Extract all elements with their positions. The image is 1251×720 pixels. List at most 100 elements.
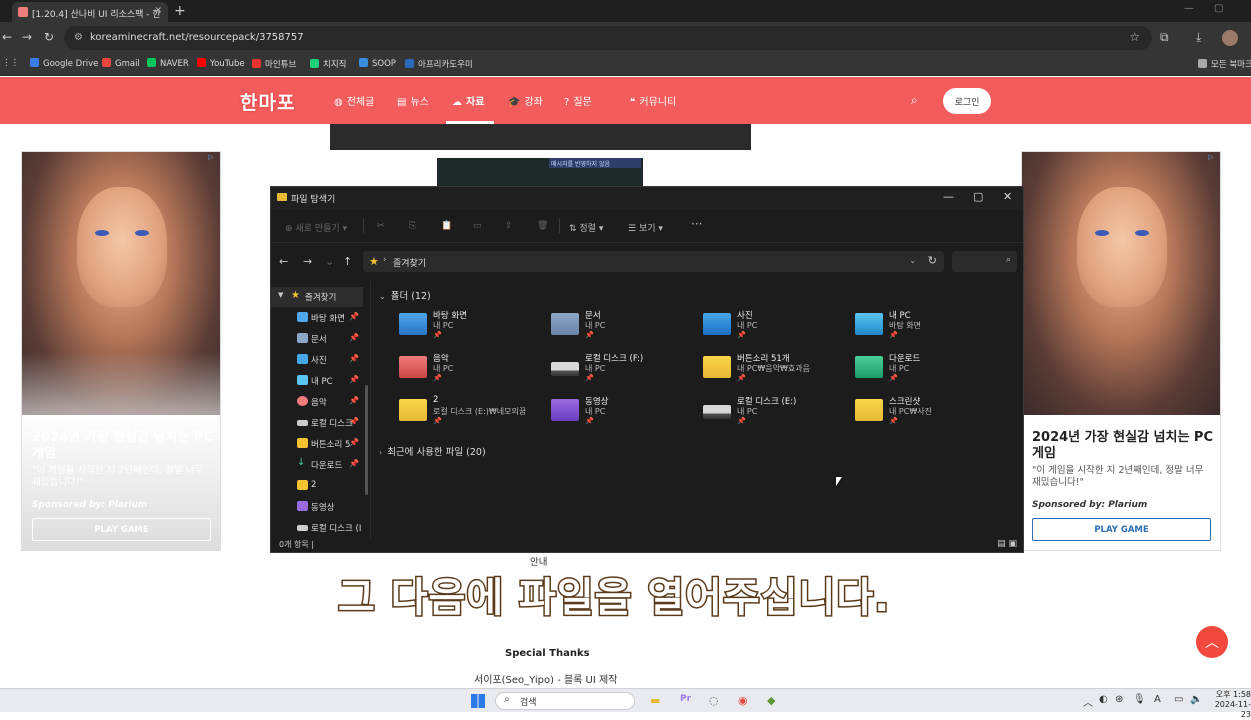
bookmark-afreeca-helper[interactable]: 아프리카도우미 xyxy=(405,58,473,70)
nav-resources[interactable]: ☁ 자료 xyxy=(452,93,484,108)
refresh-icon[interactable]: ↻ xyxy=(928,254,937,267)
folder-pictures[interactable]: 사진 내 PC 📌 xyxy=(703,309,853,349)
scroll-to-top-button[interactable]: ︿ xyxy=(1196,626,1228,658)
nav-community[interactable]: ❝ 커뮤니티 xyxy=(630,93,676,108)
copy-icon[interactable]: ⎘ xyxy=(409,221,416,231)
search-icon[interactable]: ⌕ xyxy=(911,93,918,108)
folder-downloads[interactable]: 다운로드 내 PC 📌 xyxy=(855,352,1005,392)
delete-icon[interactable]: 🗑 xyxy=(537,221,548,231)
taskbar-clock[interactable]: 오후 1:58 2024-11-23 xyxy=(1212,690,1251,720)
sidebar-item-music[interactable]: 음악 📌 xyxy=(271,392,363,412)
view-button[interactable]: ☰ 보기 ▾ xyxy=(628,221,663,234)
minimize-icon[interactable]: — xyxy=(1184,3,1194,14)
view-toggle-icons[interactable]: ▤ ▣ xyxy=(997,539,1017,549)
network-icon[interactable]: ▭ xyxy=(1174,694,1183,705)
back-icon[interactable]: ← xyxy=(279,255,288,268)
folder-this-pc[interactable]: 내 PC 바탕 화면 📌 xyxy=(855,309,1005,349)
paste-icon[interactable]: 📋 xyxy=(441,221,452,231)
explorer-path-bar[interactable]: ★ › 즐겨찾기 ⌄ ↻ xyxy=(363,251,944,272)
sidebar-item-desktop[interactable]: 바탕 화면 📌 xyxy=(271,308,363,328)
sidebar-item-videos[interactable]: 동영상 xyxy=(271,497,363,517)
folder-2[interactable]: 2 로컬 디스크 (E:)₩네모의꿈 📌 xyxy=(399,395,549,435)
play-game-button[interactable]: PLAY GAME xyxy=(32,518,211,541)
sidebar-item-documents[interactable]: 문서 📌 xyxy=(271,329,363,349)
play-game-button[interactable]: PLAY GAME xyxy=(1032,518,1211,541)
bookmark-star-icon[interactable]: ☆ xyxy=(1129,30,1140,44)
url-bar[interactable]: ⚙ koreaminecraft.net/resourcepack/375875… xyxy=(64,26,1152,50)
windows-start-icon[interactable] xyxy=(471,694,485,708)
chevron-down-icon[interactable]: ⌄ xyxy=(909,256,916,265)
close-icon[interactable]: ✕ xyxy=(1003,190,1012,203)
nav-lectures[interactable]: 🎓 강좌 xyxy=(508,93,543,108)
minecraft-icon[interactable]: ◆ xyxy=(767,694,775,707)
sidebar-item-pictures[interactable]: 사진 📌 xyxy=(271,350,363,370)
drive-local-e[interactable]: 로컬 디스크 (E:) 내 PC 📌 xyxy=(703,395,853,435)
new-tab-icon[interactable]: + xyxy=(174,3,186,19)
bookmark-naver[interactable]: NAVER xyxy=(147,58,189,69)
recent-locations-icon[interactable]: ⌄ xyxy=(325,255,334,268)
input-method-icon[interactable]: A xyxy=(1154,694,1161,705)
folder-documents[interactable]: 문서 내 PC 📌 xyxy=(551,309,701,349)
sort-button[interactable]: ⇅ 정렬 ▾ xyxy=(569,221,603,234)
browser-tab[interactable]: [1.20.4] 산나비 UI 리소스팩 - 한 ✕ xyxy=(12,2,168,22)
sidebar-item-local-disk[interactable]: 로컬 디스크 📌 xyxy=(271,413,363,433)
share-icon[interactable]: ⇪ xyxy=(505,221,513,231)
tab-close-icon[interactable]: ✕ xyxy=(154,6,162,16)
sidebar-scrollbar[interactable] xyxy=(365,385,368,495)
adchoices-icon[interactable]: ▷ xyxy=(1208,153,1218,162)
forward-icon[interactable]: → xyxy=(22,30,32,44)
bookmark-minetube[interactable]: 마인튜브 xyxy=(252,58,296,70)
apps-icon[interactable]: ⋮⋮ xyxy=(2,58,19,68)
folder-screenshots[interactable]: 스크린샷 내 PC₩사진 📌 xyxy=(855,395,1005,435)
taskbar-search[interactable]: ⌕ 검색 xyxy=(495,692,635,710)
drive-local-f[interactable]: 로컬 디스크 (F:) 내 PC 📌 xyxy=(551,352,701,392)
nav-news[interactable]: ▤ 뉴스 xyxy=(397,93,429,108)
sidebar-item-button-sounds[interactable]: 버튼소리 5 📌 xyxy=(271,434,363,454)
profile-avatar[interactable] xyxy=(1222,30,1238,46)
rename-icon[interactable]: ▭ xyxy=(473,221,482,231)
tray-app-icon[interactable]: ◐ xyxy=(1099,694,1108,705)
ad-banner-left[interactable]: ▷ 2024년 가장 현실감 넘치는 PC 게임 "이 게임을 시작한 지 2년… xyxy=(21,151,221,551)
site-info-icon[interactable]: ⚙ xyxy=(74,32,83,43)
up-icon[interactable]: ↑ xyxy=(343,255,352,268)
nav-questions[interactable]: ? 질문 xyxy=(564,93,592,108)
reload-icon[interactable]: ↻ xyxy=(44,30,54,44)
bookmark-gmail[interactable]: Gmail xyxy=(102,58,140,69)
app-icon[interactable]: ◌ xyxy=(709,694,719,707)
adchoices-icon[interactable]: ▷ xyxy=(208,153,218,162)
minimize-icon[interactable]: — xyxy=(943,190,954,203)
sidebar-item-local-disk-i[interactable]: 로컬 디스크 (I xyxy=(271,518,363,538)
folder-button-sounds[interactable]: 버튼소리 51개 내 PC₩음악₩효과음 📌 xyxy=(703,352,853,392)
sidebar-item-this-pc[interactable]: 내 PC 📌 xyxy=(271,371,363,391)
ad-banner-right[interactable]: ▷ 2024년 가장 현실감 넘치는 PC 게임 "이 게임을 시작한 지 2년… xyxy=(1021,151,1221,551)
tray-expand-icon[interactable]: ︿ xyxy=(1083,694,1093,709)
more-options-button[interactable]: ··· xyxy=(691,217,702,231)
forward-icon[interactable]: → xyxy=(303,255,312,268)
all-bookmarks[interactable]: 모든 북마크 xyxy=(1198,58,1251,70)
file-explorer-taskbar-icon[interactable]: ▬ xyxy=(650,694,660,707)
volume-icon[interactable]: 🔈 xyxy=(1190,694,1202,705)
nav-all-posts[interactable]: ◍ 전체글 xyxy=(334,93,374,108)
explorer-search-input[interactable]: ⌕ xyxy=(952,251,1017,272)
chrome-icon[interactable]: ◉ xyxy=(738,694,748,707)
bookmark-soop[interactable]: SOOP xyxy=(359,58,396,69)
folder-music[interactable]: 음악 내 PC 📌 xyxy=(399,352,549,392)
sidebar-item-downloads[interactable]: ↓ 다운로드 📌 xyxy=(271,455,363,475)
tray-app-icon[interactable]: ⊛ xyxy=(1115,694,1123,705)
folders-group-header[interactable]: ⌄ 폴더 (12) xyxy=(379,288,431,302)
microphone-icon[interactable]: 🎙 xyxy=(1133,694,1146,705)
new-button[interactable]: ⊕ 새로 만들기 ▾ xyxy=(285,221,347,234)
maximize-icon[interactable]: ▢ xyxy=(973,190,983,203)
site-logo[interactable]: 한마포 xyxy=(240,88,310,114)
login-button[interactable]: 로그인 xyxy=(943,88,991,114)
sidebar-item-2[interactable]: 2 xyxy=(271,476,363,496)
extensions-icon[interactable]: ⧉ xyxy=(1160,30,1169,45)
premiere-icon[interactable]: Pr xyxy=(680,694,691,704)
folder-videos[interactable]: 동영상 내 PC 📌 xyxy=(551,395,701,435)
download-icon[interactable]: ⤓ xyxy=(1196,30,1201,45)
maximize-icon[interactable]: ▢ xyxy=(1214,3,1223,14)
back-icon[interactable]: ← xyxy=(2,30,12,44)
bookmark-chzzk[interactable]: 치지직 xyxy=(310,58,346,70)
bookmark-youtube[interactable]: YouTube xyxy=(197,58,245,69)
folder-desktop[interactable]: 바탕 화면 내 PC 📌 xyxy=(399,309,549,349)
